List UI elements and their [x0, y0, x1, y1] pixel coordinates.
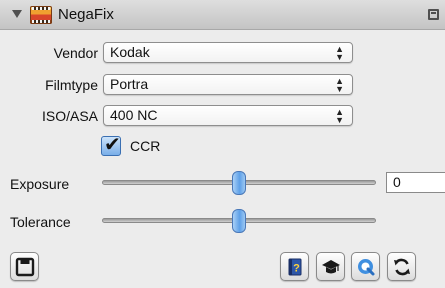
tolerance-slider-knob[interactable]: [232, 209, 246, 233]
help-icon: ?: [288, 258, 302, 276]
panel-minimize-icon[interactable]: [428, 9, 439, 20]
iso-select[interactable]: 400 NC ▲ ▼: [103, 105, 353, 126]
exposure-value-field[interactable]: 0: [386, 172, 445, 193]
ccr-checkbox[interactable]: ✔: [101, 134, 121, 156]
exposure-label: Exposure: [10, 176, 70, 192]
filmtype-label: Filmtype: [45, 77, 98, 93]
filmtype-value: Portra: [110, 76, 149, 92]
exposure-slider-knob[interactable]: [232, 171, 246, 195]
updown-arrows-icon: ▲ ▼: [335, 76, 344, 94]
tolerance-label: Tolerance: [10, 214, 71, 230]
save-button[interactable]: [10, 252, 39, 281]
vendor-value: Kodak: [110, 44, 150, 60]
help-button[interactable]: ?: [280, 252, 309, 281]
reset-arrows-icon: [394, 258, 410, 276]
film-icon: [30, 6, 52, 24]
updown-arrows-icon: ▲ ▼: [335, 107, 344, 125]
vendor-label: Vendor: [53, 45, 98, 61]
preview-button[interactable]: [351, 252, 380, 281]
iso-label: ISO/ASA: [41, 108, 98, 124]
disclosure-triangle-icon[interactable]: [12, 10, 22, 18]
quicklook-icon: [358, 259, 375, 276]
education-button[interactable]: [316, 252, 345, 281]
filmtype-select[interactable]: Portra ▲ ▼: [103, 74, 353, 95]
save-icon: [15, 257, 35, 277]
updown-arrows-icon: ▲ ▼: [335, 44, 344, 62]
panel-header[interactable]: NegaFix: [0, 0, 445, 30]
graduation-cap-icon: [322, 260, 340, 274]
vendor-select[interactable]: Kodak ▲ ▼: [103, 42, 353, 63]
svg-text:?: ?: [293, 263, 300, 275]
reset-button[interactable]: [387, 252, 416, 281]
ccr-label: CCR: [130, 138, 161, 154]
panel-title: NegaFix: [58, 6, 114, 23]
checkmark-icon: ✔: [104, 134, 121, 156]
iso-value: 400 NC: [110, 107, 158, 123]
